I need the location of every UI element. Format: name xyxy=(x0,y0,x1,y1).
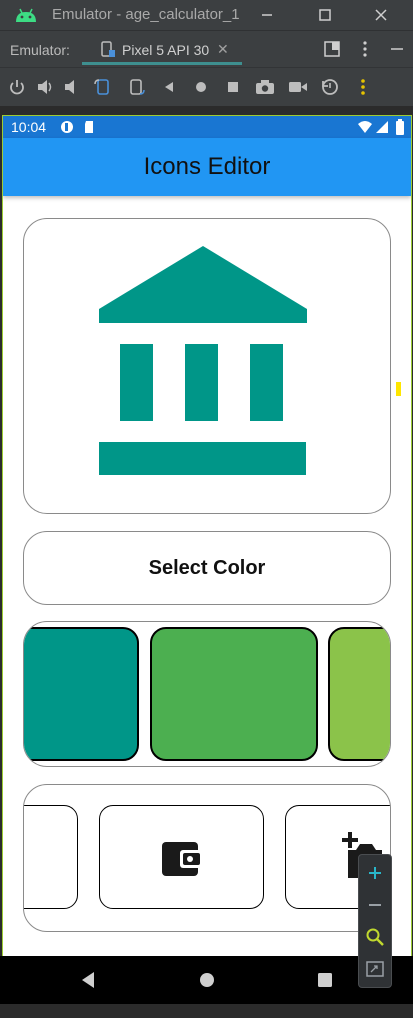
fit-screen-button[interactable] xyxy=(363,957,387,981)
select-color-label: Select Color xyxy=(148,556,266,579)
icon-preview-card xyxy=(23,218,391,514)
select-color-button[interactable]: Select Color xyxy=(23,531,391,605)
zoom-out-button[interactable] xyxy=(363,893,387,917)
magnifier-icon xyxy=(366,928,384,946)
more-icon xyxy=(361,79,365,95)
app-title: Icons Editor xyxy=(143,153,271,180)
wifi-icon xyxy=(358,121,372,133)
android-logo-icon xyxy=(16,8,36,22)
fit-screen-icon xyxy=(366,961,384,977)
color-swatch-list[interactable] xyxy=(23,621,391,767)
tab-menu-icon[interactable] xyxy=(362,41,368,57)
minimize-icon xyxy=(262,14,272,16)
back-button[interactable] xyxy=(158,76,180,98)
wallet-icon xyxy=(162,842,202,876)
active-tab-indicator xyxy=(82,62,242,65)
icon-options-list[interactable] xyxy=(23,784,391,932)
camera-icon xyxy=(256,80,274,94)
maximize-icon xyxy=(319,9,331,21)
icon-option-tile[interactable] xyxy=(24,805,78,909)
plus-icon xyxy=(369,867,381,879)
close-window-button[interactable] xyxy=(366,3,396,27)
status-bar: 10:04 xyxy=(3,116,411,138)
zoom-in-button[interactable] xyxy=(363,861,387,885)
nav-home-icon[interactable] xyxy=(199,972,215,988)
icon-option-wallet[interactable] xyxy=(99,805,264,909)
volume-up-icon xyxy=(38,80,52,94)
volume-down-icon xyxy=(65,80,74,94)
minimize-panel-icon[interactable] xyxy=(390,42,404,56)
resize-handle[interactable] xyxy=(396,382,401,396)
screenshot-button[interactable] xyxy=(254,76,276,98)
zoom-fit-button[interactable] xyxy=(363,925,387,949)
minus-icon xyxy=(369,904,381,906)
rotate-left-icon xyxy=(94,79,109,95)
volume-up-button[interactable] xyxy=(35,76,57,98)
window-title: Emulator - age_calculator_1 xyxy=(52,6,240,23)
emulator-tabs-bar: Emulator: Pixel 5 API 30 ✕ xyxy=(0,30,413,67)
color-swatch-green[interactable] xyxy=(150,627,318,761)
emulator-device-area: 10:04 Icons Editor Select Color xyxy=(0,112,413,1018)
navigation-bar xyxy=(0,956,413,1004)
maximize-button[interactable] xyxy=(310,3,340,27)
zoom-controls xyxy=(358,854,392,988)
close-icon xyxy=(375,9,387,21)
phone-screen: 10:04 Icons Editor Select Color xyxy=(2,115,412,957)
nav-back-icon[interactable] xyxy=(80,971,96,989)
signal-icon xyxy=(376,121,388,133)
tab-pixel-5[interactable]: Pixel 5 API 30 ✕ xyxy=(82,33,242,65)
video-icon xyxy=(289,82,307,92)
emulator-toolbar xyxy=(0,67,413,106)
record-button[interactable] xyxy=(287,76,309,98)
power-button[interactable] xyxy=(6,76,28,98)
bank-icon xyxy=(99,246,307,475)
notification-icon xyxy=(61,121,73,133)
rotate-left-button[interactable] xyxy=(92,76,114,98)
replay-icon xyxy=(322,79,338,95)
rotate-right-icon xyxy=(130,79,145,95)
home-button[interactable] xyxy=(190,76,212,98)
emulator-label: Emulator: xyxy=(10,42,70,58)
more-button[interactable] xyxy=(352,76,374,98)
color-swatch-teal[interactable] xyxy=(24,627,139,761)
volume-down-button[interactable] xyxy=(62,76,84,98)
snapshot-button[interactable] xyxy=(319,76,341,98)
nav-overview-icon[interactable] xyxy=(317,972,333,988)
back-icon xyxy=(165,82,173,92)
rotate-right-button[interactable] xyxy=(125,76,147,98)
home-icon xyxy=(196,82,206,92)
app-bar: Icons Editor xyxy=(3,138,411,196)
device-icon xyxy=(101,41,115,57)
sd-card-icon xyxy=(85,121,93,133)
tab-label: Pixel 5 API 30 xyxy=(122,42,210,58)
power-icon xyxy=(10,80,24,95)
overview-icon xyxy=(228,82,238,92)
battery-icon xyxy=(396,119,404,135)
color-swatch-light-green[interactable] xyxy=(328,627,390,761)
status-time: 10:04 xyxy=(11,119,47,135)
minimize-button[interactable] xyxy=(252,3,282,27)
close-tab-icon[interactable]: ✕ xyxy=(217,41,229,58)
window-titlebar: Emulator - age_calculator_1 xyxy=(0,0,413,30)
overview-button[interactable] xyxy=(222,76,244,98)
layout-toggle-icon[interactable] xyxy=(324,41,340,57)
